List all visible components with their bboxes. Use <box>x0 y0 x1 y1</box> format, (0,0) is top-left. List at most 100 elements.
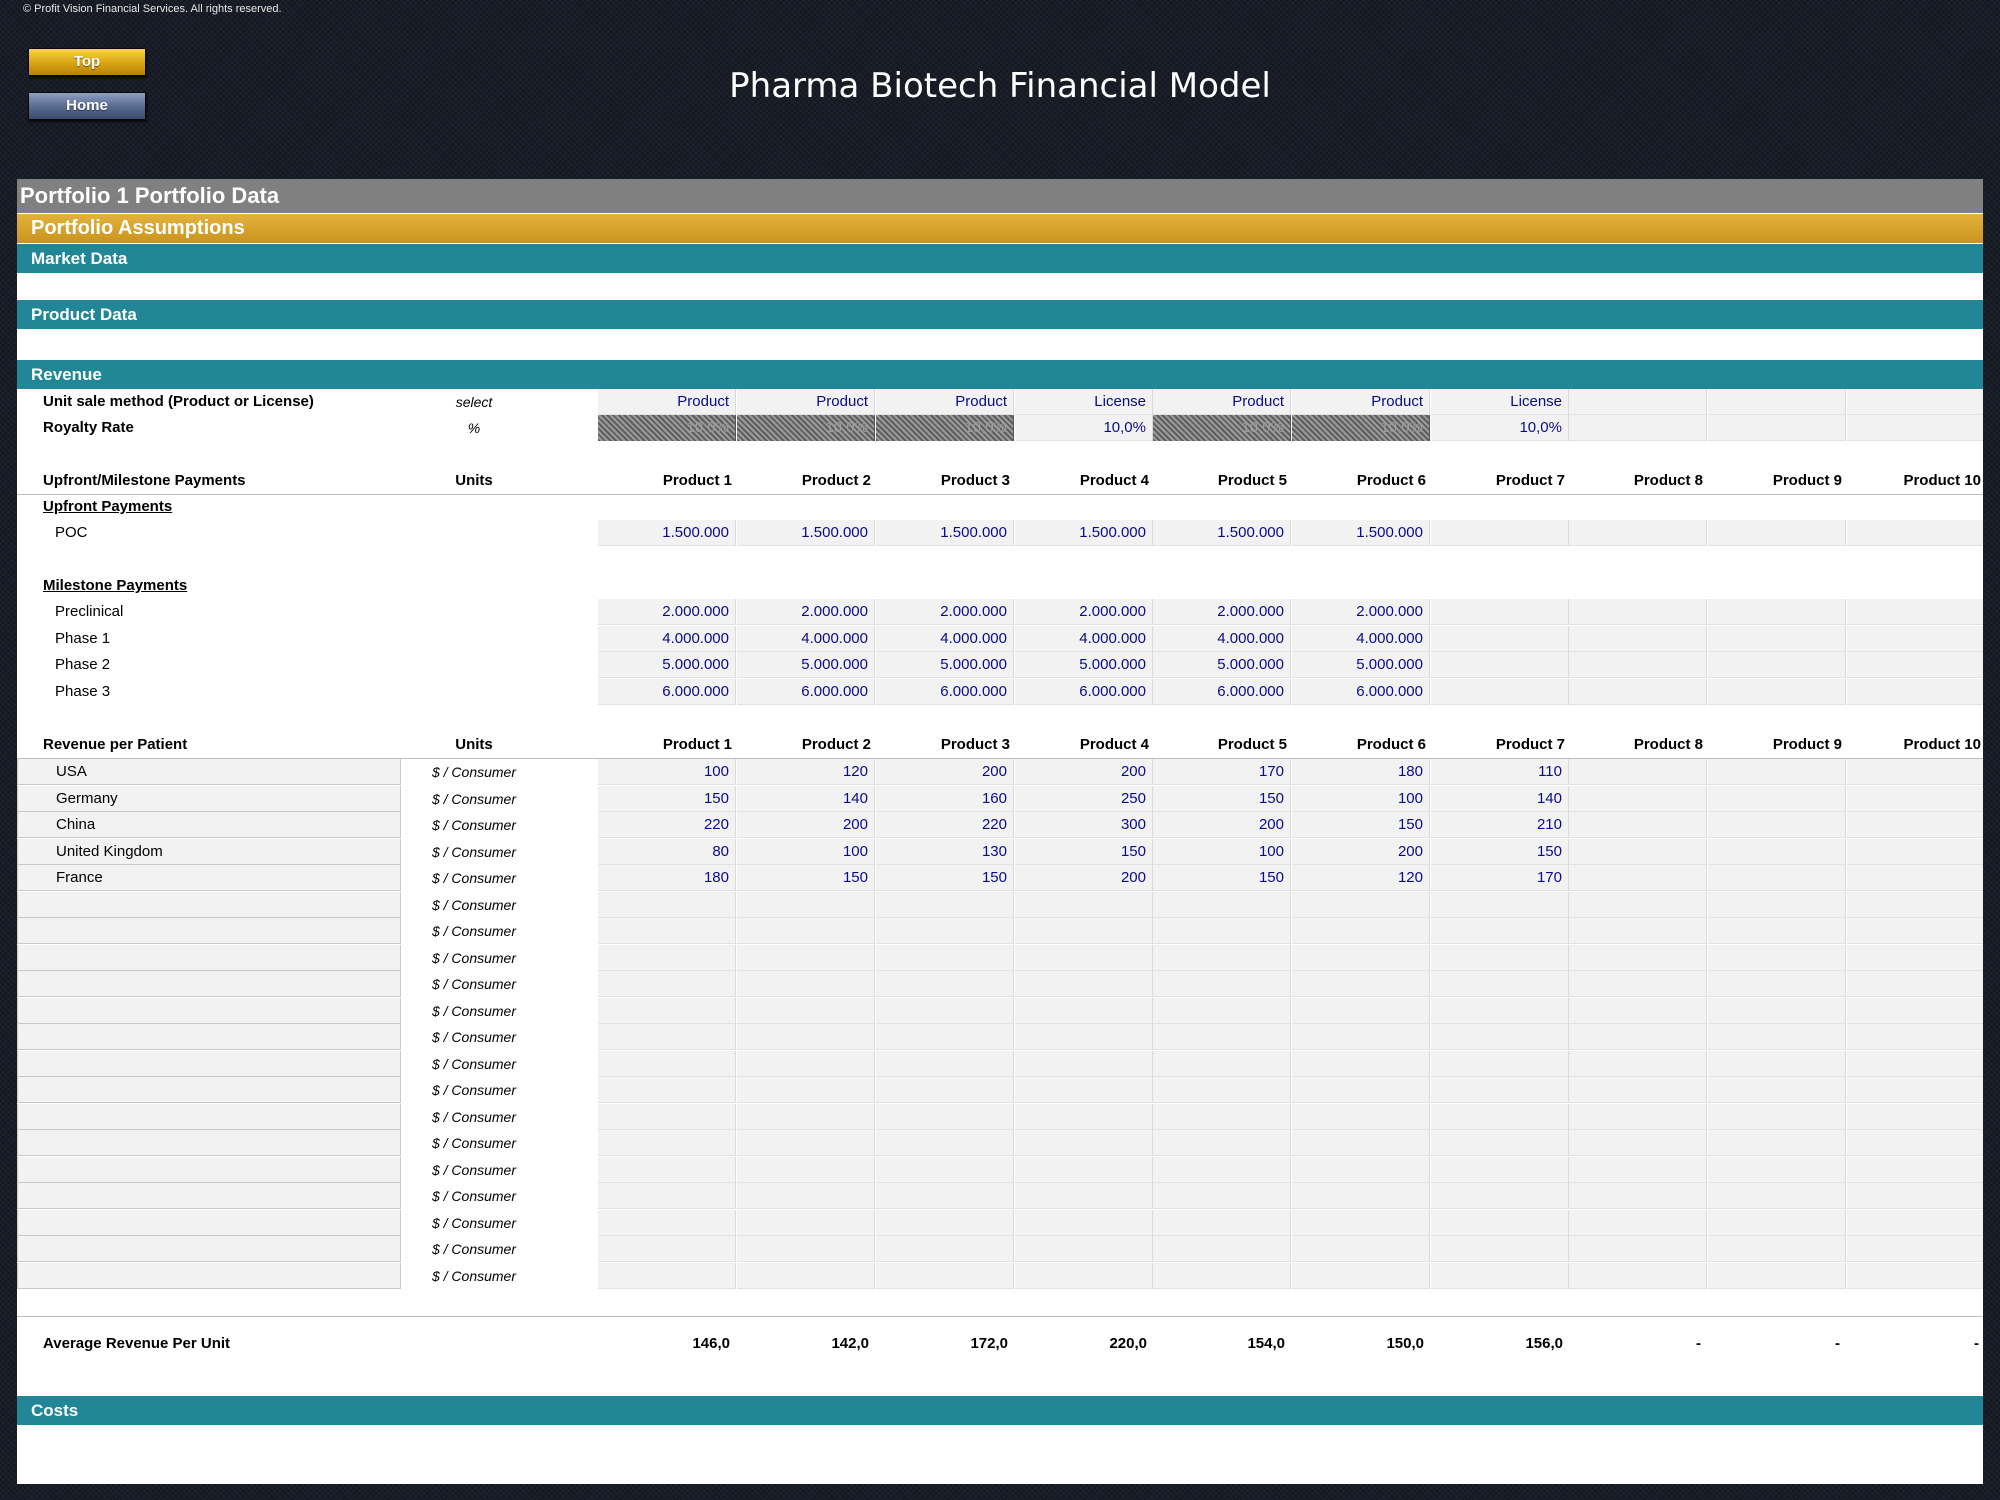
revenue-cell[interactable] <box>1708 812 1846 838</box>
country-input[interactable] <box>17 1024 401 1050</box>
revenue-cell[interactable] <box>1292 1130 1430 1156</box>
milestone-cell[interactable]: 4.000.000 <box>1153 625 1291 652</box>
revenue-cell[interactable] <box>876 891 1014 918</box>
revenue-cell[interactable] <box>1153 1183 1291 1209</box>
revenue-cell[interactable] <box>1153 1130 1291 1156</box>
milestone-cell[interactable] <box>1708 599 1846 625</box>
revenue-cell[interactable] <box>598 1156 736 1183</box>
milestone-cell[interactable]: 6.000.000 <box>598 678 736 705</box>
revenue-cell[interactable] <box>737 918 875 944</box>
revenue-cell[interactable] <box>1708 1050 1846 1077</box>
revenue-cell[interactable] <box>1569 838 1707 865</box>
revenue-cell[interactable]: 170 <box>1431 865 1569 891</box>
revenue-cell[interactable] <box>876 918 1014 944</box>
revenue-cell[interactable] <box>1292 1103 1430 1130</box>
revenue-cell[interactable]: 140 <box>1431 785 1569 812</box>
country-input[interactable] <box>17 1156 401 1183</box>
milestone-cell[interactable]: 6.000.000 <box>1292 678 1430 705</box>
revenue-cell[interactable] <box>598 997 736 1024</box>
country-input[interactable] <box>17 918 401 944</box>
revenue-cell[interactable] <box>1431 1156 1569 1183</box>
revenue-cell[interactable] <box>1015 1236 1153 1262</box>
upfront-cell[interactable] <box>1847 520 1983 546</box>
revenue-cell[interactable]: 210 <box>1431 812 1569 838</box>
revenue-cell[interactable]: 110 <box>1431 759 1569 785</box>
revenue-cell[interactable]: 100 <box>737 838 875 865</box>
revenue-cell[interactable] <box>1153 1103 1291 1130</box>
revenue-cell[interactable]: 140 <box>737 785 875 812</box>
unit-sale-cell[interactable]: Product <box>737 389 875 415</box>
revenue-cell[interactable] <box>737 1209 875 1236</box>
country-input[interactable] <box>17 997 401 1024</box>
royalty-cell[interactable]: 10,0% <box>598 415 736 441</box>
country-input[interactable] <box>17 944 401 971</box>
revenue-cell[interactable] <box>1708 1183 1846 1209</box>
milestone-cell[interactable]: 2.000.000 <box>876 599 1014 625</box>
revenue-cell[interactable]: 200 <box>1015 759 1153 785</box>
milestone-cell[interactable] <box>1431 678 1569 705</box>
revenue-cell[interactable] <box>876 997 1014 1024</box>
revenue-cell[interactable] <box>737 1024 875 1050</box>
revenue-cell[interactable] <box>737 1130 875 1156</box>
revenue-cell[interactable] <box>1708 1262 1846 1289</box>
revenue-cell[interactable] <box>1292 1209 1430 1236</box>
revenue-cell[interactable] <box>1431 1183 1569 1209</box>
revenue-cell[interactable] <box>1292 1024 1430 1050</box>
revenue-cell[interactable] <box>598 918 736 944</box>
upfront-cell[interactable] <box>1708 520 1846 546</box>
milestone-cell[interactable]: 6.000.000 <box>1015 678 1153 705</box>
unit-sale-cell[interactable]: Product <box>876 389 1014 415</box>
revenue-cell[interactable] <box>598 1209 736 1236</box>
revenue-cell[interactable] <box>1847 997 1983 1024</box>
revenue-cell[interactable] <box>1015 1103 1153 1130</box>
country-input[interactable]: France <box>17 865 401 891</box>
revenue-cell[interactable]: 170 <box>1153 759 1291 785</box>
revenue-cell[interactable] <box>1015 997 1153 1024</box>
revenue-cell[interactable] <box>876 1077 1014 1103</box>
revenue-cell[interactable] <box>1569 1130 1707 1156</box>
revenue-cell[interactable] <box>1431 1130 1569 1156</box>
revenue-cell[interactable] <box>1431 1262 1569 1289</box>
revenue-cell[interactable] <box>737 997 875 1024</box>
revenue-cell[interactable] <box>876 944 1014 971</box>
unit-sale-cell[interactable]: Product <box>1292 389 1430 415</box>
revenue-cell[interactable] <box>876 1103 1014 1130</box>
revenue-cell[interactable] <box>1569 1024 1707 1050</box>
revenue-cell[interactable] <box>876 1183 1014 1209</box>
revenue-cell[interactable] <box>876 1024 1014 1050</box>
revenue-cell[interactable]: 150 <box>1431 838 1569 865</box>
milestone-cell[interactable]: 5.000.000 <box>1015 652 1153 678</box>
market-data-header[interactable]: Market Data <box>17 244 1983 273</box>
milestone-cell[interactable]: 6.000.000 <box>1153 678 1291 705</box>
milestone-cell[interactable]: 4.000.000 <box>1292 625 1430 652</box>
country-input[interactable] <box>17 1209 401 1236</box>
revenue-cell[interactable] <box>876 1236 1014 1262</box>
revenue-cell[interactable] <box>1847 865 1983 891</box>
revenue-cell[interactable] <box>1847 759 1983 785</box>
country-input[interactable] <box>17 1077 401 1103</box>
revenue-cell[interactable] <box>1569 812 1707 838</box>
milestone-cell[interactable] <box>1569 625 1707 652</box>
revenue-cell[interactable] <box>876 1209 1014 1236</box>
revenue-cell[interactable] <box>1292 1156 1430 1183</box>
revenue-cell[interactable] <box>1431 1024 1569 1050</box>
revenue-cell[interactable] <box>737 1050 875 1077</box>
revenue-cell[interactable]: 180 <box>598 865 736 891</box>
revenue-cell[interactable] <box>1431 1103 1569 1130</box>
country-input[interactable]: Germany <box>17 785 401 812</box>
revenue-cell[interactable]: 100 <box>598 759 736 785</box>
revenue-cell[interactable] <box>1015 891 1153 918</box>
revenue-cell[interactable]: 160 <box>876 785 1014 812</box>
revenue-cell[interactable] <box>1569 997 1707 1024</box>
revenue-cell[interactable] <box>1847 1130 1983 1156</box>
revenue-cell[interactable] <box>737 891 875 918</box>
revenue-cell[interactable] <box>1847 971 1983 997</box>
milestone-cell[interactable] <box>1847 652 1983 678</box>
revenue-cell[interactable]: 150 <box>876 865 1014 891</box>
revenue-cell[interactable] <box>1847 1024 1983 1050</box>
revenue-cell[interactable] <box>876 1130 1014 1156</box>
country-input[interactable]: China <box>17 812 401 838</box>
revenue-cell[interactable] <box>1292 1183 1430 1209</box>
revenue-cell[interactable] <box>1569 971 1707 997</box>
revenue-cell[interactable] <box>1708 1236 1846 1262</box>
